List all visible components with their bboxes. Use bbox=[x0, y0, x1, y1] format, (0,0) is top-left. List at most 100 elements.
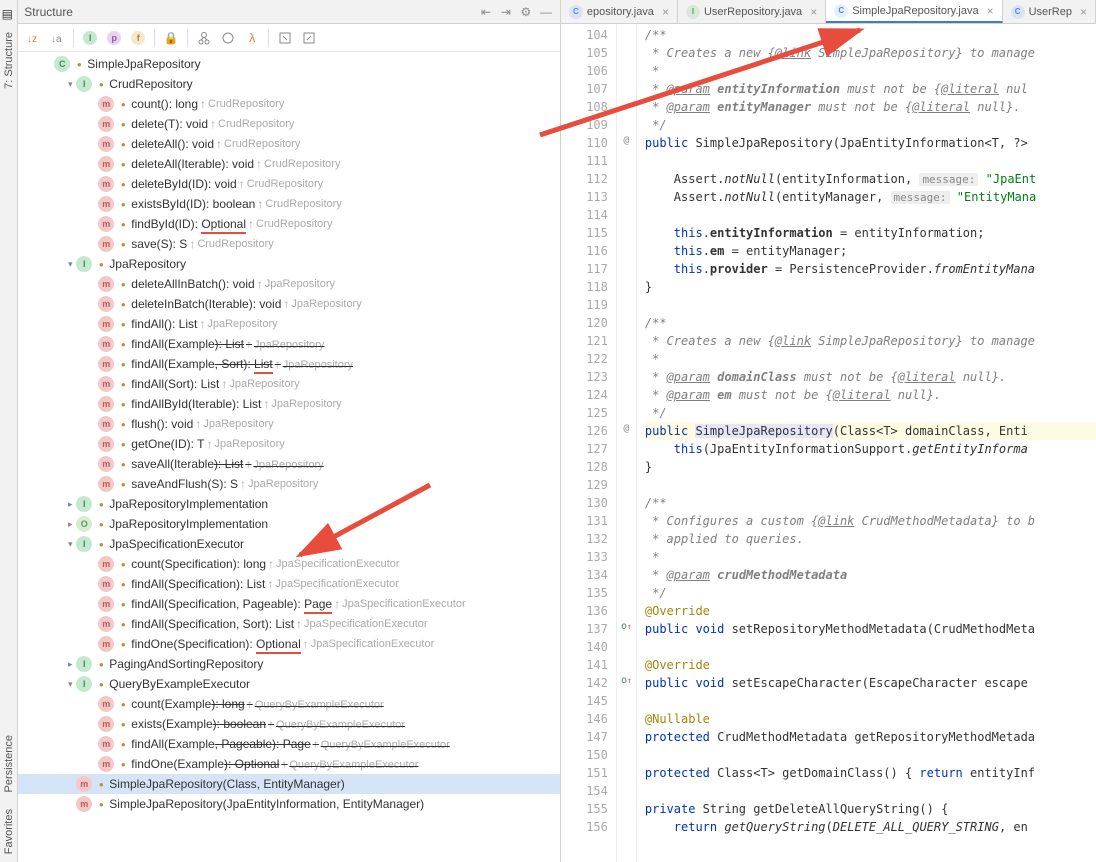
lock-icon: ● bbox=[118, 379, 128, 389]
tree-item[interactable]: m●count(Example): long ↑QueryByExampleEx… bbox=[18, 694, 560, 714]
tree-item[interactable]: ▸O●JpaRepositoryImplementation bbox=[18, 514, 560, 534]
lock-icon: ● bbox=[96, 659, 106, 669]
lock-icon: ● bbox=[96, 499, 106, 509]
structure-tree[interactable]: C●SimpleJpaRepository▾I●CrudRepositorym●… bbox=[18, 52, 560, 862]
navigate-next-icon[interactable]: ⇥ bbox=[498, 4, 514, 20]
interface-icon: I bbox=[76, 496, 92, 512]
tree-item[interactable]: m●SimpleJpaRepository(JpaEntityInformati… bbox=[18, 794, 560, 814]
field-filter-icon[interactable]: f bbox=[127, 27, 149, 49]
lock-icon: ● bbox=[118, 299, 128, 309]
lock-icon: ● bbox=[96, 779, 106, 789]
tree-item[interactable]: m●findAll(Specification): List ↑JpaSpeci… bbox=[18, 574, 560, 594]
tree-item[interactable]: m●saveAll(Iterable): List ↑JpaRepository bbox=[18, 454, 560, 474]
lock-icon: ● bbox=[118, 759, 128, 769]
tree-item[interactable]: m●findOne(Specification): Optional ↑JpaS… bbox=[18, 634, 560, 654]
lock-icon: ● bbox=[74, 59, 84, 69]
structure-panel: Structure ⇤ ⇥ ⚙ — ↓z ↓a I p f 🔒 λ C●Simp… bbox=[18, 0, 561, 862]
method-icon: m bbox=[98, 756, 114, 772]
lock-icon: ● bbox=[118, 179, 128, 189]
object-icon: O bbox=[76, 516, 92, 532]
tree-item[interactable]: m●findAll(Example): List ↑JpaRepository bbox=[18, 334, 560, 354]
interface-icon: I bbox=[76, 76, 92, 92]
tree-item[interactable]: m●existsById(ID): boolean ↑CrudRepositor… bbox=[18, 194, 560, 214]
code-area[interactable]: /** * Creates a new {@link SimpleJpaRepo… bbox=[637, 24, 1096, 862]
tree-item[interactable]: m●count(): long ↑CrudRepository bbox=[18, 94, 560, 114]
tree-item[interactable]: m●exists(Example): boolean ↑QueryByExamp… bbox=[18, 714, 560, 734]
lock-icon: ● bbox=[118, 359, 128, 369]
lock-icon: ● bbox=[118, 579, 128, 589]
tree-item[interactable]: m●SimpleJpaRepository(Class, EntityManag… bbox=[18, 774, 560, 794]
editor-tab[interactable]: CSimpleJpaRepository.java× bbox=[826, 0, 1002, 23]
method-icon: m bbox=[76, 796, 92, 812]
lock-icon: ● bbox=[118, 419, 128, 429]
sort-alpha-icon[interactable]: ↓z bbox=[22, 27, 44, 49]
sort-visibility-icon[interactable]: ↓a bbox=[46, 27, 68, 49]
lock-icon: ● bbox=[118, 319, 128, 329]
tree-item[interactable]: m●flush(): void ↑JpaRepository bbox=[18, 414, 560, 434]
tree-item[interactable]: m●findAll(Example, Pageable): Page ↑Quer… bbox=[18, 734, 560, 754]
close-icon[interactable]: × bbox=[987, 4, 994, 18]
tree-item[interactable]: m●findAll(Specification, Sort): List ↑Jp… bbox=[18, 614, 560, 634]
lock-icon: ● bbox=[118, 619, 128, 629]
class-filter-icon[interactable]: I bbox=[79, 27, 101, 49]
minimize-icon[interactable]: — bbox=[538, 4, 554, 20]
tree-item[interactable]: m●deleteById(ID): void ↑CrudRepository bbox=[18, 174, 560, 194]
tree-item[interactable]: m●deleteAllInBatch(): void ↑JpaRepositor… bbox=[18, 274, 560, 294]
tree-item[interactable]: m●findAll(Sort): List ↑JpaRepository bbox=[18, 374, 560, 394]
inherited-icon[interactable] bbox=[193, 27, 215, 49]
method-icon: m bbox=[98, 716, 114, 732]
tree-item[interactable]: m●deleteAll(): void ↑CrudRepository bbox=[18, 134, 560, 154]
code-editor[interactable]: 1041051061071081091101111121131141151161… bbox=[561, 24, 1096, 862]
persistence-tool-tab[interactable]: Persistence bbox=[1, 727, 17, 800]
tree-item[interactable]: m●findAll(Specification, Pageable): Page… bbox=[18, 594, 560, 614]
tree-item[interactable]: m●findAllById(Iterable): List ↑JpaReposi… bbox=[18, 394, 560, 414]
lock-icon: ● bbox=[96, 799, 106, 809]
lock-icon[interactable]: 🔒 bbox=[160, 27, 182, 49]
close-icon[interactable]: × bbox=[810, 5, 817, 19]
lock-icon: ● bbox=[118, 439, 128, 449]
lock-icon: ● bbox=[118, 99, 128, 109]
tree-item[interactable]: m●count(Specification): long ↑JpaSpecifi… bbox=[18, 554, 560, 574]
tree-item[interactable]: m●delete(T): void ↑CrudRepository bbox=[18, 114, 560, 134]
project-tool-icon[interactable]: ▤ bbox=[2, 7, 16, 21]
autoscroll-from-icon[interactable] bbox=[298, 27, 320, 49]
gear-icon[interactable]: ⚙ bbox=[518, 4, 534, 20]
editor-tab[interactable]: CUserRep× bbox=[1003, 0, 1096, 23]
tree-item[interactable]: m●findOne(Example): Optional ↑QueryByExa… bbox=[18, 754, 560, 774]
tree-item[interactable]: C●SimpleJpaRepository bbox=[18, 54, 560, 74]
lock-icon: ● bbox=[118, 479, 128, 489]
tree-item[interactable]: ▸I●JpaRepositoryImplementation bbox=[18, 494, 560, 514]
tree-item[interactable]: ▸I●PagingAndSortingRepository bbox=[18, 654, 560, 674]
close-icon[interactable]: × bbox=[1080, 5, 1087, 19]
tree-item[interactable]: m●findAll(): List ↑JpaRepository bbox=[18, 314, 560, 334]
favorites-tool-tab[interactable]: Favorites bbox=[1, 801, 17, 862]
tree-item[interactable]: m●deleteAll(Iterable): void ↑CrudReposit… bbox=[18, 154, 560, 174]
tree-item[interactable]: m●findAll(Example, Sort): List ↑JpaRepos… bbox=[18, 354, 560, 374]
method-icon: m bbox=[98, 616, 114, 632]
file-icon: C bbox=[834, 4, 848, 18]
lock-icon: ● bbox=[118, 399, 128, 409]
structure-tool-tab[interactable]: 7: Structure bbox=[1, 24, 17, 97]
navigate-prev-icon[interactable]: ⇤ bbox=[478, 4, 494, 20]
autoscroll-to-icon[interactable] bbox=[274, 27, 296, 49]
structure-title: Structure bbox=[24, 5, 474, 19]
tree-item[interactable]: ▾I●QueryByExampleExecutor bbox=[18, 674, 560, 694]
lambda-icon[interactable]: λ bbox=[241, 27, 263, 49]
property-filter-icon[interactable]: p bbox=[103, 27, 125, 49]
tree-item[interactable]: m●deleteInBatch(Iterable): void ↑JpaRepo… bbox=[18, 294, 560, 314]
tree-item[interactable]: m●saveAndFlush(S): S ↑JpaRepository bbox=[18, 474, 560, 494]
tree-item[interactable]: m●save(S): S ↑CrudRepository bbox=[18, 234, 560, 254]
tree-item[interactable]: ▾I●JpaSpecificationExecutor bbox=[18, 534, 560, 554]
close-icon[interactable]: × bbox=[662, 5, 669, 19]
method-icon: m bbox=[98, 316, 114, 332]
tree-item[interactable]: ▾I●JpaRepository bbox=[18, 254, 560, 274]
anonymous-icon[interactable] bbox=[217, 27, 239, 49]
interface-icon: I bbox=[76, 676, 92, 692]
editor-tab[interactable]: IUserRepository.java× bbox=[678, 0, 826, 23]
method-icon: m bbox=[98, 416, 114, 432]
tree-item[interactable]: m●findById(ID): Optional ↑CrudRepository bbox=[18, 214, 560, 234]
tree-item[interactable]: m●getOne(ID): T ↑JpaRepository bbox=[18, 434, 560, 454]
lock-icon: ● bbox=[118, 119, 128, 129]
tree-item[interactable]: ▾I●CrudRepository bbox=[18, 74, 560, 94]
editor-tab[interactable]: Cepository.java× bbox=[561, 0, 678, 23]
